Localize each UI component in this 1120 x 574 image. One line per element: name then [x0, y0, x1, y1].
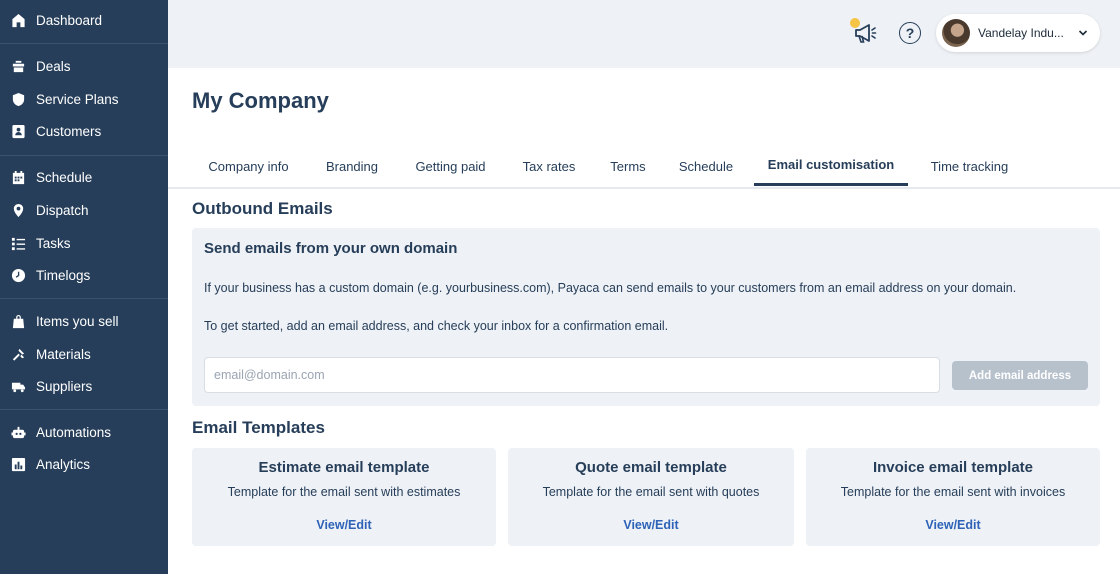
card-title: Quote email template [575, 459, 727, 476]
custom-domain-description: If your business has a custom domain (e.… [204, 281, 1017, 295]
sidebar-item-suppliers[interactable]: Suppliers [0, 372, 168, 400]
tab-email-customisation[interactable]: Email customisation [754, 146, 908, 186]
sidebar-item-label: Service Plans [36, 91, 119, 107]
tab-company-info[interactable]: Company info [192, 146, 305, 186]
sidebar-item-materials[interactable]: Materials [0, 340, 168, 368]
calendar-icon [10, 169, 26, 185]
sidebar-divider [0, 409, 168, 410]
sidebar-item-label: Analytics [36, 456, 91, 472]
email-templates-heading: Email Templates [192, 418, 325, 437]
clock-icon [10, 267, 26, 283]
sidebar-item-label: Dispatch [36, 202, 89, 218]
shopping-bag-icon [10, 313, 26, 329]
bar-chart-icon [10, 456, 26, 472]
sidebar-item-analytics[interactable]: Analytics [0, 450, 168, 478]
notification-badge [850, 18, 860, 28]
sidebar-item-label: Automations [36, 424, 112, 440]
tab-tax-rates[interactable]: Tax rates [507, 146, 591, 186]
truck-icon [10, 378, 26, 394]
tab-branding[interactable]: Branding [308, 146, 396, 186]
sidebar-divider [0, 155, 168, 156]
sidebar-item-label: Tasks [36, 235, 71, 251]
sidebar-item-tasks[interactable]: Tasks [0, 229, 168, 257]
card-description: Template for the email sent with invoice… [840, 485, 1066, 499]
account-menu[interactable]: Vandelay Indu... [936, 14, 1100, 52]
avatar [942, 19, 970, 47]
quote-template-card: Quote email template Template for the em… [508, 448, 794, 546]
sidebar: Dashboard Deals Service Plans Customers … [0, 0, 168, 574]
sidebar-item-label: Suppliers [36, 378, 93, 394]
top-bar: ? Vandelay Indu... [168, 0, 1120, 68]
card-title: Invoice email template [872, 459, 1034, 476]
quote-view-edit-link[interactable]: View/Edit [508, 518, 794, 532]
tab-schedule[interactable]: Schedule [663, 146, 749, 186]
sidebar-item-schedule[interactable]: Schedule [0, 163, 168, 191]
card-title: Estimate email template [258, 459, 430, 476]
sidebar-item-label: Materials [36, 346, 91, 362]
sidebar-item-deals[interactable]: Deals [0, 52, 168, 80]
sidebar-item-dashboard[interactable]: Dashboard [0, 6, 168, 34]
sidebar-item-label: Items you sell [36, 313, 119, 329]
sidebar-item-timelogs[interactable]: Timelogs [0, 261, 168, 289]
add-email-address-button[interactable]: Add email address [952, 361, 1088, 390]
card-description: Template for the email sent with estimat… [227, 485, 461, 499]
tab-terms[interactable]: Terms [595, 146, 661, 186]
sidebar-divider [0, 298, 168, 299]
sidebar-item-label: Schedule [36, 169, 93, 185]
list-icon [10, 235, 26, 251]
chevron-down-icon [1078, 30, 1088, 36]
sidebar-item-dispatch[interactable]: Dispatch [0, 196, 168, 224]
settings-tabs: Company info Branding Getting paid Tax r… [192, 146, 1120, 188]
tab-time-tracking[interactable]: Time tracking [912, 146, 1027, 186]
sidebar-item-label: Deals [36, 58, 71, 74]
tabs-divider [168, 187, 1120, 189]
customers-icon [10, 123, 26, 139]
outbound-emails-heading: Outbound Emails [192, 199, 333, 218]
sidebar-item-label: Timelogs [36, 267, 91, 283]
home-icon [10, 12, 26, 28]
card-description: Template for the email sent with quotes [542, 485, 760, 499]
invoice-template-card: Invoice email template Template for the … [806, 448, 1100, 546]
account-name: Vandelay Indu... [978, 26, 1064, 40]
estimate-view-edit-link[interactable]: View/Edit [192, 518, 496, 532]
page-title: My Company [192, 88, 329, 113]
sidebar-item-service-plans[interactable]: Service Plans [0, 85, 168, 113]
sidebar-item-customers[interactable]: Customers [0, 117, 168, 145]
email-address-input[interactable] [204, 357, 940, 393]
custom-domain-title: Send emails from your own domain [204, 240, 458, 257]
help-icon[interactable]: ? [899, 22, 921, 44]
map-pin-icon [10, 202, 26, 218]
sidebar-item-items-you-sell[interactable]: Items you sell [0, 307, 168, 335]
sidebar-item-label: Customers [36, 123, 102, 139]
tab-getting-paid[interactable]: Getting paid [398, 146, 503, 186]
deals-icon [10, 58, 26, 74]
custom-domain-panel: Send emails from your own domain If your… [192, 228, 1100, 406]
sidebar-divider [0, 43, 168, 44]
sidebar-item-automations[interactable]: Automations [0, 418, 168, 446]
invoice-view-edit-link[interactable]: View/Edit [806, 518, 1100, 532]
sidebar-item-label: Dashboard [36, 12, 103, 28]
shield-icon [10, 91, 26, 107]
robot-icon [10, 424, 26, 440]
estimate-template-card: Estimate email template Template for the… [192, 448, 496, 546]
tools-icon [10, 346, 26, 362]
custom-domain-instructions: To get started, add an email address, an… [204, 319, 669, 333]
